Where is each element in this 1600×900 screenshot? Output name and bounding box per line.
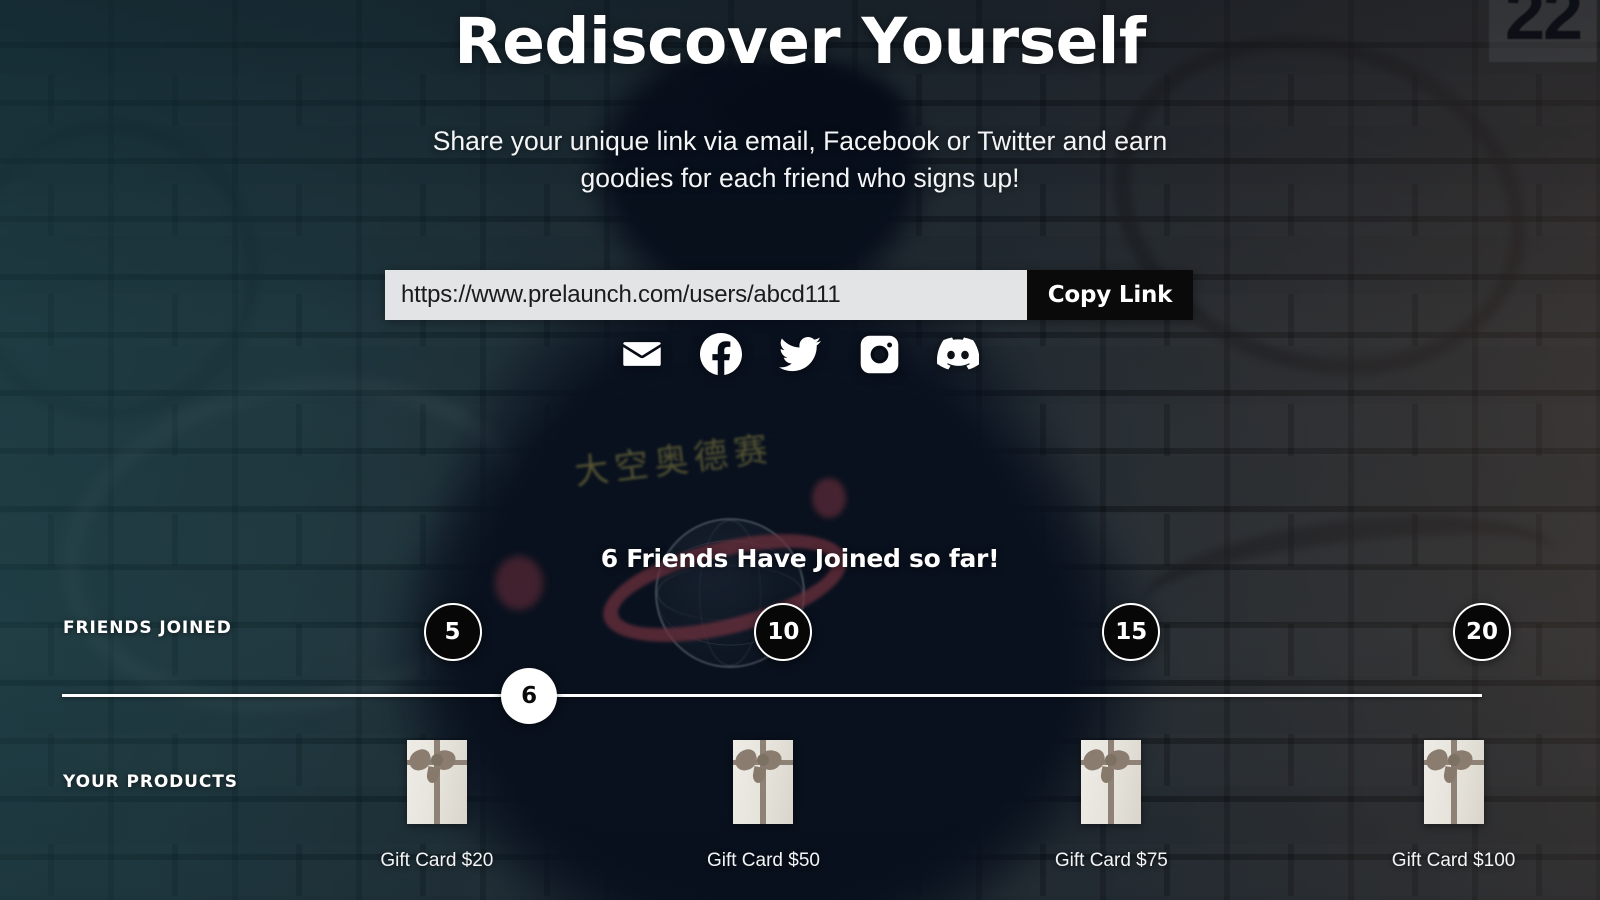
- gift-box-icon: [733, 740, 794, 824]
- current-progress-marker[interactable]: 6: [501, 668, 558, 724]
- page-title: Rediscover Yourself: [454, 5, 1146, 78]
- friends-joined-label: FRIENDS JOINED: [63, 618, 232, 638]
- discord-share-icon[interactable]: [937, 333, 979, 375]
- milestone-20[interactable]: 20: [1453, 603, 1511, 661]
- product-item[interactable]: Gift Card $20: [342, 740, 532, 872]
- gift-box-icon: [1423, 740, 1484, 824]
- social-share-row: [0, 333, 1600, 375]
- current-progress-value: 6: [521, 683, 538, 709]
- product-label: Gift Card $50: [706, 850, 820, 871]
- referral-link-input[interactable]: [385, 270, 1027, 320]
- product-label: Gift Card $20: [380, 850, 494, 871]
- product-item[interactable]: Gift Card $75: [1016, 740, 1206, 872]
- twitter-share-icon[interactable]: [779, 333, 821, 375]
- product-label: Gift Card $75: [1054, 850, 1168, 871]
- facebook-share-icon[interactable]: [700, 333, 742, 375]
- milestone-5[interactable]: 5: [423, 603, 482, 661]
- instagram-share-icon[interactable]: [858, 333, 900, 375]
- product-label: Gift Card $100: [1391, 850, 1516, 871]
- email-share-icon[interactable]: [621, 333, 663, 375]
- referral-page: 22 大空奥德赛 Rediscover Yourself Share your …: [0, 0, 1600, 900]
- page-subtitle: Share your unique link via email, Facebo…: [432, 126, 1168, 193]
- gift-bow-knot: [1447, 754, 1460, 766]
- milestone-value: 5: [444, 619, 461, 645]
- milestone-value: 15: [1115, 619, 1148, 645]
- gift-bow-knot: [430, 754, 443, 766]
- product-item[interactable]: Gift Card $50: [668, 740, 858, 872]
- milestone-value: 10: [767, 619, 800, 645]
- your-products-label: YOUR PRODUCTS: [63, 772, 238, 792]
- copy-link-button[interactable]: Copy Link: [1027, 270, 1193, 320]
- progress-track[interactable]: 6: [62, 668, 1482, 724]
- product-item[interactable]: Gift Card $100: [1359, 740, 1549, 872]
- milestone-value: 20: [1465, 619, 1498, 645]
- gift-box-icon: [1081, 740, 1142, 824]
- referral-link-row: Copy Link: [385, 270, 1193, 320]
- milestone-10[interactable]: 10: [754, 603, 813, 661]
- friends-joined-count: 6 Friends Have Joined so far!: [600, 544, 1000, 573]
- referral-content: Rediscover Yourself Share your unique li…: [0, 0, 1600, 900]
- milestone-15[interactable]: 15: [1102, 603, 1161, 661]
- gift-box-icon: [406, 740, 467, 824]
